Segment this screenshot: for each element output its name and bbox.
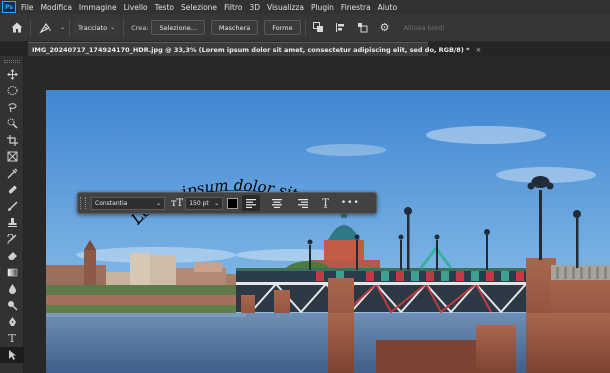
- options-bar: ⌄ Tracciato ⌄ Crea: Selezione... Mascher…: [0, 14, 610, 42]
- dodge-tool-icon[interactable]: [0, 297, 24, 314]
- warp-text-icon[interactable]: T̰: [322, 198, 329, 209]
- font-family-value: Constantia: [95, 199, 128, 207]
- shape-button[interactable]: Forme: [264, 20, 301, 35]
- path-arrangement-icon[interactable]: [354, 19, 372, 37]
- contextual-text-toolbar: Constantia ⌄ ᴛT 150 pt ⌄ T̰ •••: [77, 192, 377, 214]
- tools-panel: T: [0, 56, 24, 373]
- eyedropper-tool-icon[interactable]: [0, 165, 24, 182]
- menu-layer[interactable]: Livello: [124, 3, 148, 12]
- chevron-down-icon[interactable]: ⌄: [60, 24, 65, 31]
- document-tab-bar: IMG_20240717_174924170_HDR.jpg @ 33,3% (…: [0, 42, 610, 56]
- lasso-tool-icon[interactable]: [0, 99, 24, 116]
- selection-button[interactable]: Selezione...: [151, 20, 205, 35]
- align-left-icon: [246, 198, 257, 208]
- gradient-tool-icon[interactable]: [0, 264, 24, 281]
- font-size-dropdown[interactable]: 150 pt ⌄: [185, 196, 224, 210]
- path-alignment-icon[interactable]: [332, 19, 350, 37]
- menu-filter[interactable]: Filtro: [224, 3, 242, 12]
- chevron-down-icon: ⌄: [110, 24, 116, 31]
- move-tool-icon[interactable]: [0, 66, 24, 83]
- frame-tool-icon[interactable]: [0, 149, 24, 166]
- menu-type[interactable]: Testo: [155, 3, 174, 12]
- menu-select[interactable]: Selezione: [181, 3, 217, 12]
- close-icon[interactable]: ×: [475, 46, 481, 54]
- marquee-tool-icon[interactable]: [0, 83, 24, 100]
- menu-edit[interactable]: Modifica: [41, 3, 72, 12]
- separator: [304, 18, 306, 37]
- separator: [30, 18, 31, 37]
- menu-view[interactable]: Visualizza: [267, 3, 304, 12]
- clone-stamp-tool-icon[interactable]: [0, 215, 24, 232]
- menu-bar: Ps File Modifica Immagine Livello Testo …: [0, 0, 610, 14]
- canvas-area[interactable]: Lorem ipsum dolor sit: [24, 56, 610, 373]
- history-brush-tool-icon[interactable]: [0, 231, 24, 248]
- mode-label: Tracciato: [78, 23, 108, 32]
- healing-brush-tool-icon[interactable]: [0, 182, 24, 199]
- font-size-icon: ᴛT: [171, 197, 184, 209]
- menu-help[interactable]: Aiuto: [378, 3, 398, 12]
- align-right-icon: [298, 198, 309, 208]
- gear-icon[interactable]: ⚙: [376, 19, 394, 37]
- chevron-down-icon: ⌄: [214, 199, 220, 207]
- panel-grip[interactable]: [3, 60, 20, 63]
- more-options-button[interactable]: •••: [341, 198, 360, 208]
- font-size-value: 150 pt: [189, 199, 209, 207]
- document-tab[interactable]: IMG_20240717_174924170_HDR.jpg @ 33,3% (…: [28, 42, 481, 56]
- eraser-tool-icon[interactable]: [0, 248, 24, 265]
- align-left-button[interactable]: [242, 195, 261, 211]
- pen-tool-icon[interactable]: [0, 314, 24, 331]
- font-family-dropdown[interactable]: Constantia ⌄: [91, 196, 165, 210]
- menu-image[interactable]: Immagine: [79, 3, 117, 12]
- menu-window[interactable]: Finestra: [341, 3, 371, 12]
- document-image[interactable]: Lorem ipsum dolor sit: [46, 90, 610, 373]
- menu-3d[interactable]: 3D: [249, 3, 260, 12]
- align-edges-checkbox-label[interactable]: Allinea bordi: [404, 24, 445, 32]
- separator: [69, 18, 71, 37]
- align-center-button[interactable]: [268, 195, 286, 211]
- chevron-down-icon: ⌄: [155, 199, 161, 207]
- mode-dropdown[interactable]: Tracciato ⌄: [74, 20, 120, 35]
- blur-tool-icon[interactable]: [0, 281, 24, 298]
- pen-tool-icon[interactable]: [35, 19, 57, 37]
- align-center-icon: [272, 198, 283, 208]
- text-color-swatch[interactable]: [227, 197, 239, 209]
- path-operations-icon[interactable]: [310, 19, 328, 37]
- menu-plugin[interactable]: Plugin: [311, 3, 334, 12]
- separator: [123, 18, 125, 37]
- type-tool-icon[interactable]: T: [0, 330, 24, 347]
- make-label: Crea:: [131, 23, 149, 32]
- quick-selection-tool-icon[interactable]: [0, 116, 24, 133]
- crop-tool-icon[interactable]: [0, 132, 24, 149]
- align-right-button[interactable]: [294, 195, 312, 211]
- brush-tool-icon[interactable]: [0, 198, 24, 215]
- path-selection-tool-icon[interactable]: [0, 346, 24, 363]
- toolbar-grip[interactable]: [80, 197, 86, 209]
- document-tab-title: IMG_20240717_174924170_HDR.jpg @ 33,3% (…: [32, 45, 470, 54]
- mask-button[interactable]: Maschera: [210, 20, 259, 35]
- photoshop-logo[interactable]: Ps: [2, 1, 16, 13]
- home-icon[interactable]: [8, 19, 26, 37]
- menu-file[interactable]: File: [21, 3, 34, 12]
